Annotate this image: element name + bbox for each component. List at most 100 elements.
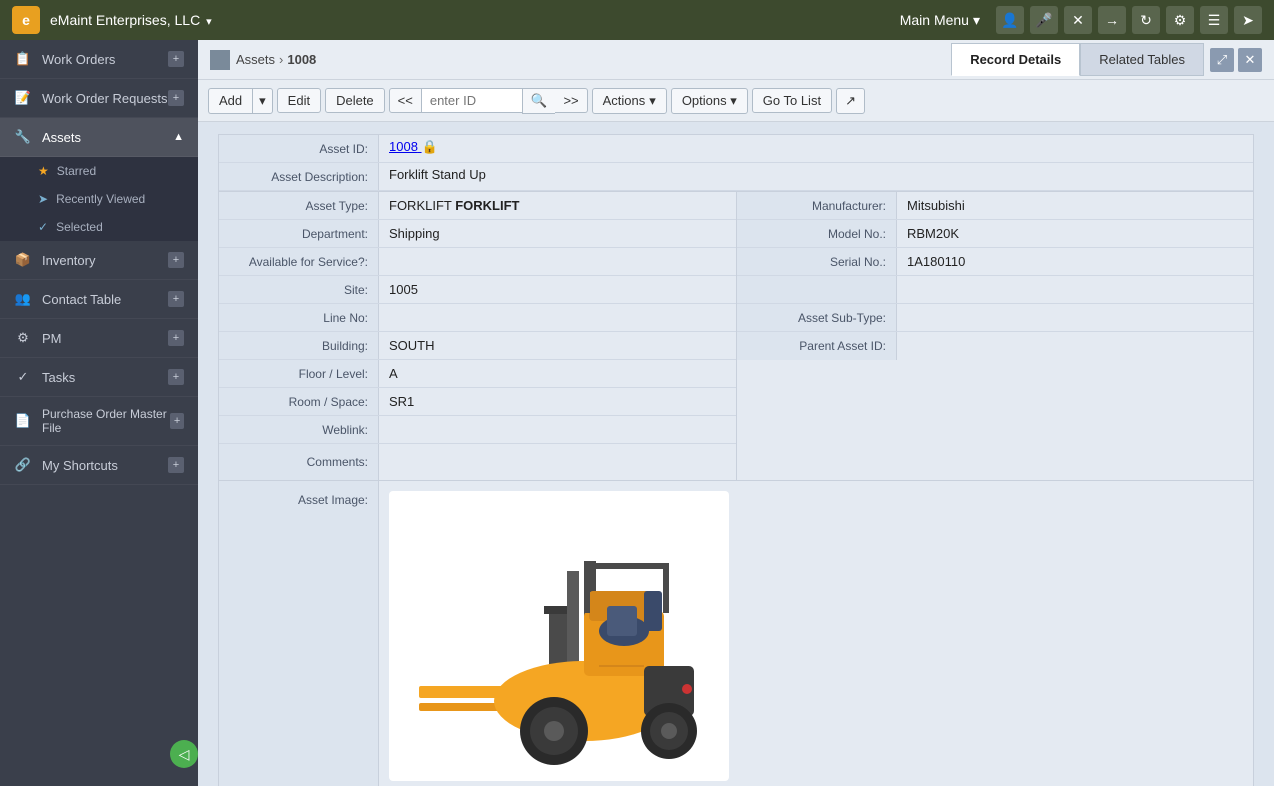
comments-value: [379, 458, 736, 466]
building-row: Building: SOUTH: [219, 332, 736, 360]
asset-id-label: Asset ID:: [219, 135, 379, 162]
sidebar-label-contact-table: Contact Table: [42, 292, 121, 307]
subtype-row: Asset Sub-Type:: [737, 304, 1253, 332]
room-value: SR1: [379, 390, 736, 413]
lock-icon: 🔒: [422, 139, 438, 154]
tasks-add-btn[interactable]: +: [168, 369, 184, 385]
purchase-order-add-btn[interactable]: +: [170, 413, 184, 429]
sidebar-item-work-orders[interactable]: 📋 Work Orders +: [0, 40, 198, 79]
sidebar-item-recently-viewed[interactable]: ➤ Recently Viewed: [0, 185, 198, 213]
settings-button[interactable]: ⚙: [1166, 6, 1194, 34]
floor-value: A: [379, 362, 736, 385]
sidebar-label-inventory: Inventory: [42, 253, 95, 268]
subtype-value: [897, 314, 1253, 322]
work-orders-add-btn[interactable]: +: [168, 51, 184, 67]
main-menu-button[interactable]: Main Menu ▾: [900, 12, 980, 29]
record-form: Asset ID: 1008 🔒 Asset Description:: [198, 122, 1274, 786]
sidebar-label-assets: Assets: [42, 130, 81, 145]
description-value: Forklift Stand Up: [379, 163, 1253, 190]
tab-bar: Record Details Related Tables ⤢ ✕: [951, 43, 1262, 76]
add-dropdown-button[interactable]: ▾: [252, 88, 273, 114]
add-button[interactable]: Add: [208, 88, 252, 114]
sidebar-item-purchase-order[interactable]: 📄 Purchase Order Master File +: [0, 397, 198, 446]
contact-table-add-btn[interactable]: +: [168, 291, 184, 307]
site-value: 1005: [379, 278, 736, 301]
sidebar-item-my-shortcuts[interactable]: 🔗 My Shortcuts +: [0, 446, 198, 485]
weblink-label: Weblink:: [219, 416, 379, 443]
my-shortcuts-add-btn[interactable]: +: [168, 457, 184, 473]
next-button[interactable]: >>: [555, 88, 587, 113]
parent-row: Parent Asset ID:: [737, 332, 1253, 360]
site-label: Site:: [219, 276, 379, 303]
model-row: Model No.: RBM20K: [737, 220, 1253, 248]
inventory-icon: 📦: [14, 251, 32, 269]
actions-dropdown[interactable]: Actions ▾: [592, 88, 667, 114]
assets-collapse-btn[interactable]: ▲: [173, 131, 184, 143]
department-label: Department:: [219, 220, 379, 247]
expand-button[interactable]: ⤢: [1210, 48, 1234, 72]
sidebar-item-work-order-requests[interactable]: 📝 Work Order Requests +: [0, 79, 198, 118]
search-button[interactable]: 🔍: [522, 88, 556, 114]
forward-button[interactable]: →: [1098, 6, 1126, 34]
delete-button[interactable]: Delete: [325, 88, 385, 113]
content-header: Assets › 1008 Record Details Related Tab…: [198, 40, 1274, 80]
sidebar-label-my-shortcuts: My Shortcuts: [42, 458, 118, 473]
asset-id-link[interactable]: 1008: [389, 139, 422, 154]
header-section: Asset ID: 1008 🔒 Asset Description:: [218, 134, 1254, 191]
add-button-group: Add ▾: [208, 88, 273, 114]
sidebar-label-starred: Starred: [57, 164, 96, 178]
sidebar-label-purchase-order: Purchase Order Master File: [42, 407, 170, 435]
sidebar-item-assets[interactable]: 🔧 Assets ▲: [0, 118, 198, 157]
sidebar-label-work-orders: Work Orders: [42, 52, 115, 67]
serial-label: Serial No.:: [737, 248, 897, 275]
send-button[interactable]: ➤: [1234, 6, 1262, 34]
options-dropdown[interactable]: Options Options ▾: [671, 88, 748, 114]
list-button[interactable]: ☰: [1200, 6, 1228, 34]
tab-record-details[interactable]: Record Details: [951, 43, 1080, 76]
toolbar-search: << 🔍 >>: [389, 88, 588, 114]
line-no-row: Line No:: [219, 304, 736, 332]
user-icon-button[interactable]: 👤: [996, 6, 1024, 34]
sidebar-item-pm[interactable]: ⚙ PM +: [0, 319, 198, 358]
sidebar: 📋 Work Orders + 📝 Work Order Requests + …: [0, 40, 198, 485]
asset-type-row: Asset Type: FORKLIFT FORKLIFT: [219, 192, 736, 220]
asset-id-row: Asset ID: 1008 🔒: [219, 135, 1253, 163]
available-label: Available for Service?:: [219, 248, 379, 275]
pm-add-btn[interactable]: +: [168, 330, 184, 346]
image-label: Asset Image:: [219, 481, 379, 786]
sidebar-item-starred[interactable]: ★ Starred: [0, 157, 198, 185]
comments-label: Comments:: [219, 444, 379, 480]
sidebar-item-tasks[interactable]: ✓ Tasks +: [0, 358, 198, 397]
department-row: Department: Shipping: [219, 220, 736, 248]
sidebar-toggle-button[interactable]: ◁: [170, 740, 198, 768]
close-tab-button[interactable]: ✕: [1238, 48, 1262, 72]
refresh-button[interactable]: ↻: [1132, 6, 1160, 34]
building-label: Building:: [219, 332, 379, 359]
description-label: Asset Description:: [219, 163, 379, 190]
go-to-list-button[interactable]: Go To List: [752, 88, 832, 113]
main-layout: 📋 Work Orders + 📝 Work Order Requests + …: [0, 40, 1274, 786]
room-row: Room / Space: SR1: [219, 388, 736, 416]
share-button[interactable]: ↗: [836, 88, 865, 114]
top-bar: e eMaint Enterprises, LLC ▾ Main Menu ▾ …: [0, 0, 1274, 40]
mic-icon-button[interactable]: 🎤: [1030, 6, 1058, 34]
search-input[interactable]: [422, 88, 522, 113]
edit-button[interactable]: Edit: [277, 88, 321, 113]
work-order-requests-add-btn[interactable]: +: [168, 90, 184, 106]
description-row: Asset Description: Forklift Stand Up: [219, 163, 1253, 191]
weblink-row: Weblink:: [219, 416, 736, 444]
sidebar-item-selected[interactable]: ✓ Selected: [0, 213, 198, 241]
department-value: Shipping: [379, 222, 736, 245]
weblink-value: [379, 426, 736, 434]
app-title: eMaint Enterprises, LLC ▾: [50, 12, 900, 28]
available-value: [379, 258, 736, 266]
recently-viewed-icon: ➤: [38, 192, 48, 206]
contact-table-icon: 👥: [14, 290, 32, 308]
sidebar-item-inventory[interactable]: 📦 Inventory +: [0, 241, 198, 280]
inventory-add-btn[interactable]: +: [168, 252, 184, 268]
close-x-button[interactable]: ✕: [1064, 6, 1092, 34]
tab-related-tables[interactable]: Related Tables: [1080, 43, 1204, 76]
prev-button[interactable]: <<: [389, 88, 422, 113]
manufacturer-row: Manufacturer: Mitsubishi: [737, 192, 1253, 220]
sidebar-item-contact-table[interactable]: 👥 Contact Table +: [0, 280, 198, 319]
